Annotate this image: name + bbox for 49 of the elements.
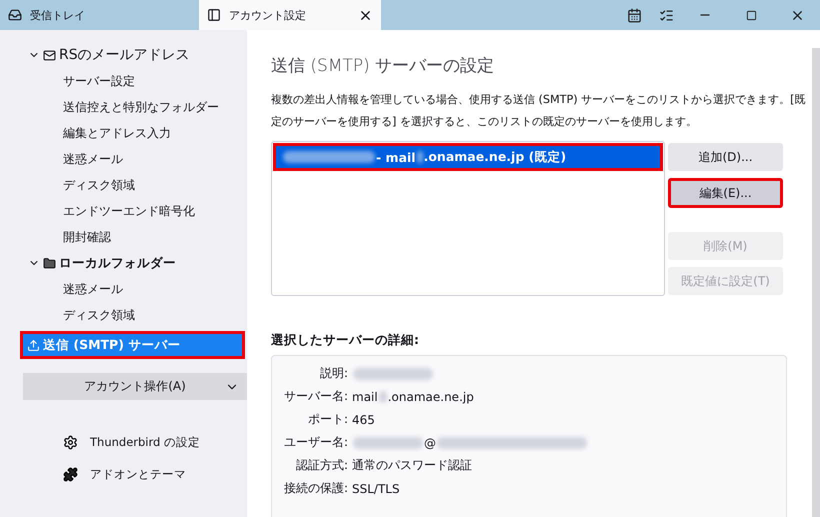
maximize-icon[interactable] bbox=[746, 10, 756, 20]
sidebar-item[interactable]: ディスク領域 bbox=[0, 172, 247, 198]
sidebar-item[interactable]: サーバー設定 bbox=[0, 68, 247, 94]
detail-value: mail bbox=[352, 390, 378, 404]
detail-label: 認証方式: bbox=[294, 457, 348, 474]
outbox-icon bbox=[27, 338, 40, 352]
redacted-text bbox=[416, 151, 423, 163]
scrollbar[interactable] bbox=[812, 48, 820, 517]
sidebar-item[interactable]: エンドツーエンド暗号化 bbox=[0, 198, 247, 224]
action-button[interactable]: 追加(D)... bbox=[668, 143, 783, 171]
detail-label: 接続の保護: bbox=[282, 480, 348, 497]
server-row[interactable]: - mail .onamae.ne.jp (既定) bbox=[273, 143, 663, 171]
detail-label: 説明: bbox=[318, 365, 348, 382]
calendar-icon[interactable] bbox=[626, 8, 642, 22]
sidebar-item[interactable]: 編集とアドレス入力 bbox=[0, 120, 247, 146]
tab[interactable]: 受信トレイ bbox=[0, 0, 181, 30]
detail-value: .onamae.ne.jp bbox=[388, 390, 474, 404]
redacted-text bbox=[378, 390, 387, 402]
account-item[interactable]: ローカルフォルダー bbox=[0, 250, 247, 276]
settings-link[interactable]: Thunderbird の設定 bbox=[90, 434, 200, 450]
description-text: 複数の差出人情報を管理している場合、使用する送信 (SMTP) サーバーをこのリストから選択できます。[既定のサーバーを使用する] を選択すると、このリストの既定のサーバーを使用します。 bbox=[271, 92, 807, 130]
detail-label: ユーザー名: bbox=[282, 434, 348, 451]
tab[interactable]: アカウント設定 bbox=[199, 0, 381, 30]
page-title: 送信 (SMTP) サーバーの設定 bbox=[271, 55, 496, 77]
account-actions-button[interactable]: アカウント操作(A) bbox=[23, 373, 247, 400]
sidebar-item[interactable]: ディスク領域 bbox=[0, 302, 247, 328]
sidebar-item[interactable]: 迷惑メール bbox=[0, 276, 247, 302]
sidebar-item[interactable]: 送信控えと特別なフォルダー bbox=[0, 94, 247, 120]
settings-icon bbox=[63, 434, 78, 450]
envelope-icon bbox=[43, 48, 56, 62]
task-list-icon[interactable] bbox=[658, 8, 674, 22]
detail-value: SSL/TLS bbox=[352, 482, 400, 496]
detail-value: 465 bbox=[352, 412, 375, 426]
sidebar-item[interactable]: 開封確認 bbox=[0, 224, 247, 250]
puzzle-icon bbox=[63, 466, 78, 482]
account-item[interactable]: RSのメールアドレス bbox=[0, 42, 247, 68]
sidebar-item[interactable]: 送信 (SMTP) サーバー bbox=[20, 331, 245, 359]
action-button[interactable]: 編集(E)... bbox=[668, 178, 783, 208]
details-heading: 選択したサーバーの詳細: bbox=[271, 332, 420, 349]
folder-icon bbox=[43, 256, 56, 270]
settings-link[interactable]: アドオンとテーマ bbox=[90, 466, 186, 482]
detail-value: 通常のパスワード認証 bbox=[352, 457, 472, 474]
panel-icon bbox=[207, 8, 221, 22]
detail-label: ポート: bbox=[306, 411, 348, 428]
redacted-text bbox=[353, 436, 423, 448]
inbox-icon bbox=[8, 8, 22, 22]
detail-value: @ bbox=[424, 436, 436, 450]
sidebar-item[interactable]: 迷惑メール bbox=[0, 146, 247, 172]
detail-label: サーバー名: bbox=[282, 388, 348, 405]
